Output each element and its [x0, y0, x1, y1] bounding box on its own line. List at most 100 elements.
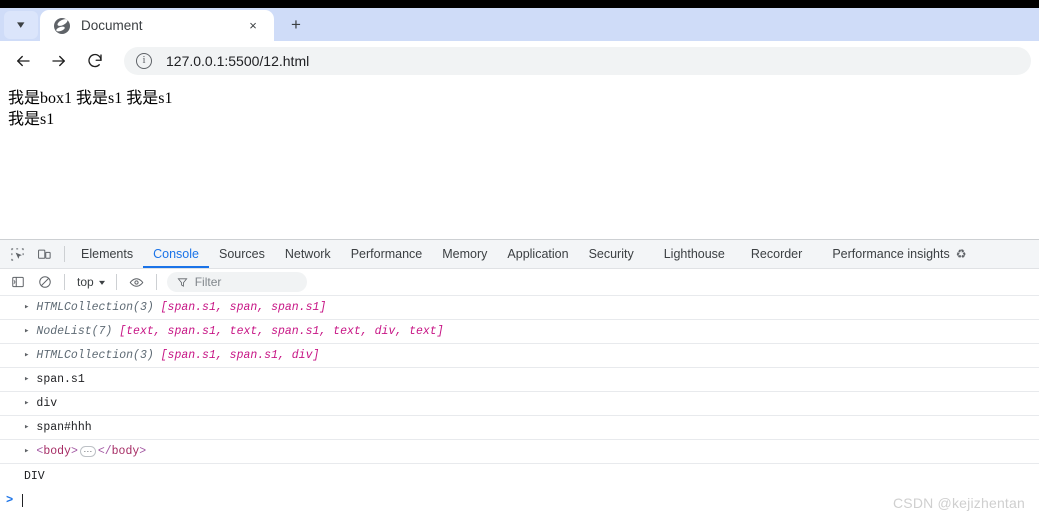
tab-console[interactable]: Console	[143, 240, 209, 268]
tab-label: Elements	[81, 247, 134, 261]
address-bar-url: 127.0.0.1:5500/12.html	[166, 52, 310, 69]
flask-icon: ♻	[955, 247, 967, 261]
console-row[interactable]: ▸ < body > ··· </body >	[0, 440, 1039, 464]
tab-elements[interactable]: Elements	[71, 240, 143, 268]
expand-triangle-icon[interactable]: ▸	[24, 447, 29, 456]
chevron-down-icon: ▾	[17, 18, 25, 31]
node-label: span#hhh	[36, 421, 92, 434]
closetag-open-bracket: </	[97, 445, 112, 458]
tab-lighthouse[interactable]: Lighthouse	[644, 240, 735, 268]
node-label: div	[36, 397, 58, 410]
expand-triangle-icon[interactable]: ▸	[24, 399, 29, 408]
globe-icon	[54, 17, 70, 34]
inspect-element-button[interactable]	[4, 242, 31, 267]
console-plain-output: DIV	[24, 469, 45, 483]
tab-label: Application	[507, 247, 569, 261]
toolbar-divider	[155, 274, 157, 290]
browser-toolbar: i 127.0.0.1:5500/12.html	[0, 41, 1039, 80]
live-expression-eye-icon	[129, 277, 144, 287]
console-sidebar-icon	[11, 276, 24, 288]
console-output: ▸ HTMLCollection(3) [span.s1, span, span…	[0, 296, 1039, 517]
tab-label: Console	[153, 247, 199, 261]
tab-label: Lighthouse	[663, 247, 725, 261]
tab-network[interactable]: Network	[275, 240, 341, 268]
tab-search-button[interactable]: ▾	[4, 11, 38, 39]
window-titlebar	[0, 0, 1039, 8]
console-row[interactable]: ▸ span#hhh	[0, 416, 1039, 440]
forward-button[interactable]	[44, 46, 74, 76]
reload-icon	[88, 53, 102, 67]
forward-arrow-icon	[52, 55, 65, 66]
reload-button[interactable]	[80, 46, 110, 76]
console-filter-input[interactable]: Filter	[166, 272, 307, 292]
back-button[interactable]	[8, 46, 38, 76]
console-row[interactable]: ▸ HTMLCollection(3) [span.s1, span.s1, d…	[0, 344, 1039, 368]
object-type-label: HTMLCollection(3)	[36, 301, 154, 314]
object-preview: [text, span.s1, text, span.s1, text, div…	[112, 325, 444, 338]
inspect-element-icon	[11, 247, 24, 261]
tab-performance[interactable]: Performance	[341, 240, 433, 268]
browser-tab-strip: ▾ Document × +	[0, 8, 1039, 41]
console-row[interactable]: ▸ HTMLCollection(3) [span.s1, span, span…	[0, 296, 1039, 320]
tab-label: Network	[284, 247, 331, 261]
prompt-caret-icon: >	[6, 493, 14, 507]
toolbar-divider	[64, 274, 65, 290]
close-icon[interactable]: ×	[244, 17, 262, 35]
console-row[interactable]: ▸ NodeList(7) [text, span.s1, text, span…	[0, 320, 1039, 344]
object-type-label: NodeList(7)	[36, 325, 113, 338]
browser-window: ▾ Document × + i 127.0.0.1:5500/12.html …	[0, 0, 1039, 517]
object-type-label: HTMLCollection(3)	[36, 349, 154, 362]
expand-triangle-icon[interactable]: ▸	[24, 423, 29, 432]
clear-console-icon	[38, 276, 51, 288]
chevron-down-icon: ▾	[98, 277, 105, 287]
execution-context-selector[interactable]: top ▾	[71, 272, 110, 292]
filter-funnel-icon	[177, 277, 188, 287]
tab-sources[interactable]: Sources	[209, 240, 275, 268]
tag-close-bracket: >	[70, 445, 78, 458]
console-row[interactable]: ▸ div	[0, 392, 1039, 416]
closetag-name: body	[111, 445, 140, 458]
address-bar[interactable]: i 127.0.0.1:5500/12.html	[124, 46, 1031, 75]
page-text-line-1: 我是box1 我是s1 我是s1	[8, 90, 173, 107]
console-prompt[interactable]: >	[0, 488, 1039, 512]
back-arrow-icon	[17, 55, 30, 66]
tab-performance-insights[interactable]: Performance insights ♻	[812, 240, 976, 268]
tab-security[interactable]: Security	[579, 240, 644, 268]
tab-label: Sources	[218, 247, 265, 261]
live-expression-button[interactable]	[123, 270, 150, 295]
execution-context-label: top	[77, 275, 94, 289]
info-circle-icon[interactable]: i	[136, 52, 152, 69]
collapsed-children-badge[interactable]: ···	[79, 446, 96, 457]
tag-name: body	[43, 445, 71, 458]
tab-label: Memory	[442, 247, 488, 261]
expand-triangle-icon[interactable]: ▸	[24, 351, 29, 360]
browser-tab-document[interactable]: Document ×	[40, 10, 274, 41]
devtools-panel: Elements Console Sources Network Perform…	[0, 239, 1039, 517]
device-toolbar-icon	[38, 249, 51, 259]
toolbar-divider	[64, 246, 65, 262]
tab-label: Security	[588, 247, 634, 261]
clear-console-button[interactable]	[31, 270, 58, 295]
expand-triangle-icon[interactable]: ▸	[24, 327, 29, 336]
toolbar-divider	[115, 274, 117, 290]
page-text-line-2: 我是s1	[8, 111, 55, 128]
tab-label: Performance	[350, 247, 423, 261]
tab-label: Performance insights	[832, 247, 950, 261]
tab-memory[interactable]: Memory	[432, 240, 497, 268]
page-viewport: 我是box1 我是s1 我是s1 我是s1	[0, 80, 1039, 230]
object-preview: [span.s1, span.s1, div]	[153, 349, 320, 362]
text-cursor	[22, 493, 24, 507]
devtools-tab-bar: Elements Console Sources Network Perform…	[0, 240, 1039, 269]
tag-open-bracket: <	[36, 445, 44, 458]
new-tab-button[interactable]: +	[282, 11, 310, 39]
browser-tab-title: Document	[81, 18, 143, 33]
tab-recorder[interactable]: Recorder	[735, 240, 812, 268]
tab-application[interactable]: Application	[497, 240, 578, 268]
filter-placeholder: Filter	[194, 275, 222, 289]
console-row[interactable]: ▸ span.s1	[0, 368, 1039, 392]
console-sidebar-toggle-button[interactable]	[4, 270, 31, 295]
device-toolbar-button[interactable]	[31, 242, 58, 267]
console-toolbar: top ▾ Filter	[0, 269, 1039, 296]
expand-triangle-icon[interactable]: ▸	[24, 375, 29, 384]
expand-triangle-icon[interactable]: ▸	[24, 303, 29, 312]
